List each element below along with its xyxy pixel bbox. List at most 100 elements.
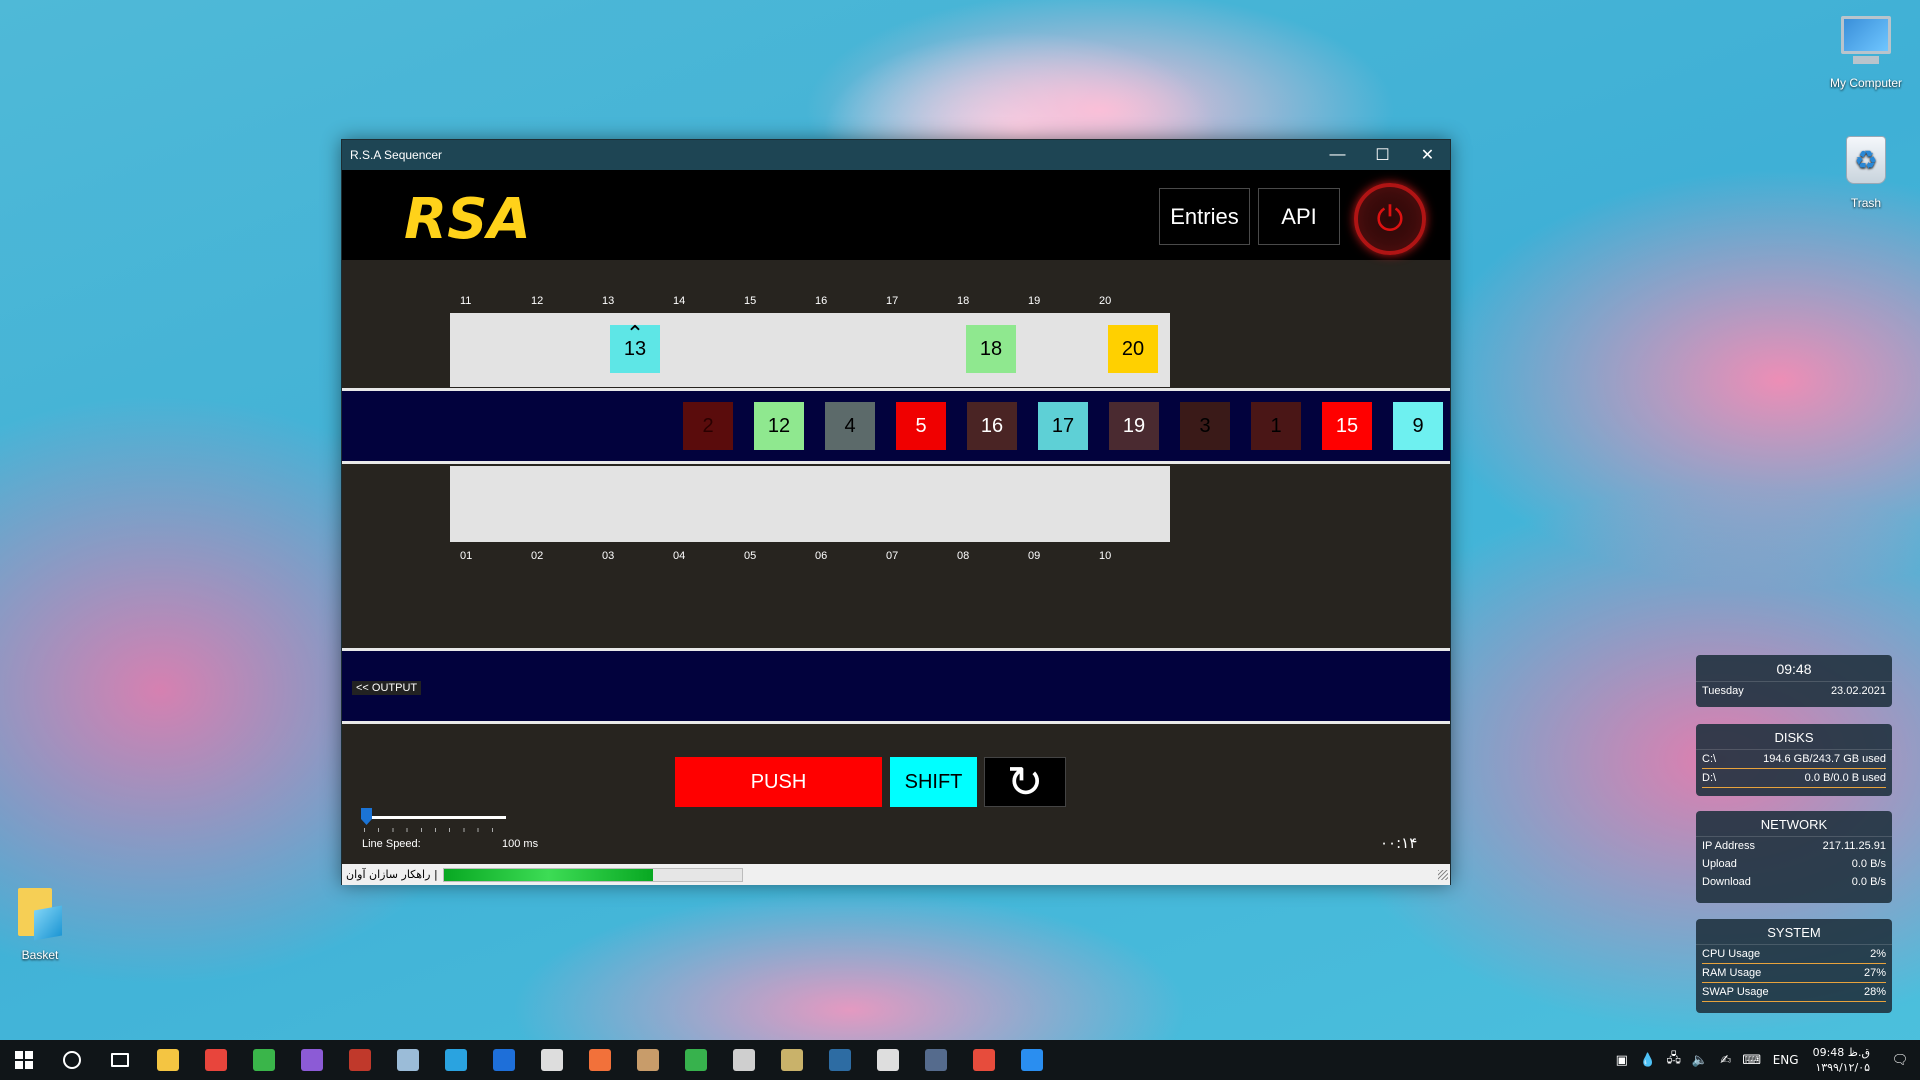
bottom-tick-label: 09 xyxy=(1028,550,1041,562)
conveyor-box[interactable]: 4 xyxy=(825,402,875,450)
tools-icon[interactable] xyxy=(528,1040,576,1080)
task-view-icon[interactable] xyxy=(96,1040,144,1080)
top-tick-label: 13 xyxy=(602,295,615,307)
vscode-icon[interactable] xyxy=(1008,1040,1056,1080)
disks-widget: DISKS C:\ 194.6 GB/243.7 GB used D:\ 0.0 B… xyxy=(1696,724,1892,796)
conveyor-box[interactable]: 9 xyxy=(1393,402,1443,450)
mod-app-icon[interactable] xyxy=(336,1040,384,1080)
desktop-icon-basket[interactable]: Basket xyxy=(0,886,90,962)
notification-icon[interactable]: 🗨 xyxy=(1880,1053,1920,1068)
entries-button[interactable]: Entries xyxy=(1159,188,1250,245)
line-speed-slider[interactable] xyxy=(364,816,506,819)
widget-title: NETWORK xyxy=(1696,811,1892,837)
clock-widget: 09:48 Tuesday 23.02.2021 xyxy=(1696,655,1892,707)
conveyor-box[interactable]: 16 xyxy=(967,402,1017,450)
power-icon: ⏻ xyxy=(1376,199,1404,239)
top-tick-label: 16 xyxy=(815,295,828,307)
system-label: RAM Usage xyxy=(1702,967,1762,979)
output-toggle[interactable]: << OUTPUT xyxy=(352,681,422,695)
close-button[interactable]: ✕ xyxy=(1405,140,1450,170)
minimize-button[interactable]: — xyxy=(1315,140,1360,170)
droplet-icon[interactable]: 💧 xyxy=(1635,1053,1661,1068)
conveyor-box[interactable]: 17 xyxy=(1038,402,1088,450)
conveyor-box[interactable]: 2 xyxy=(683,402,733,450)
keyboard-icon[interactable]: ⌨ xyxy=(1739,1053,1765,1068)
conveyor-box[interactable]: 1 xyxy=(1251,402,1301,450)
shift-button[interactable]: SHIFT xyxy=(890,757,977,807)
conveyor-box[interactable]: 15 xyxy=(1322,402,1372,450)
git-icon[interactable] xyxy=(240,1040,288,1080)
slider-thumb[interactable] xyxy=(361,808,372,825)
conveyor-box[interactable]: 5 xyxy=(896,402,946,450)
computer-icon xyxy=(1838,16,1894,72)
network-icon[interactable]: 🖧 xyxy=(1661,1049,1687,1071)
widget-time: 09:48 xyxy=(1696,655,1892,682)
windows-start-icon[interactable] xyxy=(0,1040,48,1080)
bottom-tick-label: 03 xyxy=(602,550,615,562)
network-label: Upload xyxy=(1702,858,1737,870)
swift-icon[interactable] xyxy=(576,1040,624,1080)
top-lane-box[interactable]: 20 xyxy=(1108,325,1158,373)
telegram-icon[interactable] xyxy=(432,1040,480,1080)
title-bar[interactable]: R.S.A Sequencer — ☐ ✕ xyxy=(342,140,1450,170)
bottom-tick-label: 04 xyxy=(673,550,686,562)
game-icon[interactable] xyxy=(912,1040,960,1080)
package-icon[interactable] xyxy=(624,1040,672,1080)
chrome-icon[interactable] xyxy=(192,1040,240,1080)
folder-icon xyxy=(12,888,68,944)
file-explorer-icon[interactable] xyxy=(144,1040,192,1080)
push-button[interactable]: PUSH xyxy=(675,757,882,807)
app-tray-icon[interactable]: ▣ xyxy=(1609,1053,1635,1068)
reset-button[interactable]: ↻ xyxy=(984,757,1066,807)
browser-icon[interactable] xyxy=(480,1040,528,1080)
desktop-icon-trash[interactable]: ♻ Trash xyxy=(1816,132,1916,210)
top-tick-label: 20 xyxy=(1099,295,1112,307)
status-bar: راهکار سازان آوان | xyxy=(342,864,1450,885)
language-indicator[interactable]: ENG xyxy=(1765,1053,1807,1067)
pen-icon[interactable]: ✍ xyxy=(1713,1053,1739,1068)
timer-display: ۰۰:۱۴ xyxy=(1380,834,1418,852)
excel-icon[interactable] xyxy=(864,1040,912,1080)
window-title: R.S.A Sequencer xyxy=(350,148,443,162)
bottom-lane xyxy=(450,466,1170,542)
desktop-icon-my-computer[interactable]: My Computer xyxy=(1816,10,1916,90)
power-button[interactable]: ⏻ xyxy=(1354,183,1426,255)
refresh-icon: ↻ xyxy=(1006,757,1044,807)
conveyor-box[interactable]: 3 xyxy=(1180,402,1230,450)
bottom-tick-label: 07 xyxy=(886,550,899,562)
volume-icon[interactable]: 🔈 xyxy=(1687,1053,1713,1068)
visual-studio-icon[interactable] xyxy=(288,1040,336,1080)
conveyor-box[interactable]: 12 xyxy=(754,402,804,450)
monitor-icon[interactable] xyxy=(816,1040,864,1080)
notes-icon[interactable] xyxy=(384,1040,432,1080)
disk-value: 0.0 B/0.0 B used xyxy=(1804,772,1886,784)
api-button[interactable]: API xyxy=(1258,188,1340,245)
progress-fill xyxy=(444,869,653,881)
cmake-icon[interactable] xyxy=(960,1040,1008,1080)
network-label: Download xyxy=(1702,876,1751,888)
conveyor-box[interactable]: 19 xyxy=(1109,402,1159,450)
sequencer-app-icon[interactable] xyxy=(768,1040,816,1080)
disk-label: D:\ xyxy=(1702,772,1717,784)
line-speed-value: 100 ms xyxy=(502,838,539,850)
recycle-bin-icon: ♻ xyxy=(1838,136,1894,192)
printer-icon[interactable] xyxy=(720,1040,768,1080)
maximize-button[interactable]: ☐ xyxy=(1360,140,1405,170)
bottom-tick-label: 05 xyxy=(744,550,757,562)
top-tick-label: 12 xyxy=(531,295,544,307)
system-value: 28% xyxy=(1863,986,1886,998)
taskbar-clock[interactable]: 09:48 ق.ظ ۱۳۹۹/۱۲/۰۵ xyxy=(1807,1045,1880,1075)
top-tick-label: 15 xyxy=(744,295,757,307)
system-value: 27% xyxy=(1863,967,1886,979)
send-icon[interactable] xyxy=(672,1040,720,1080)
bottom-tick-label: 10 xyxy=(1099,550,1112,562)
output-lane: << OUTPUT xyxy=(342,648,1450,724)
top-lane-box[interactable]: 18 xyxy=(966,325,1016,373)
system-label: CPU Usage xyxy=(1702,948,1761,960)
top-lane-box[interactable]: ⌃ 13 xyxy=(610,321,660,373)
up-arrow-icon: ⌃ xyxy=(625,321,645,346)
resize-grip[interactable] xyxy=(1438,870,1448,880)
search-icon[interactable] xyxy=(48,1040,96,1080)
bottom-tick-label: 01 xyxy=(460,550,473,562)
desktop-icon-label: Basket xyxy=(21,948,59,962)
